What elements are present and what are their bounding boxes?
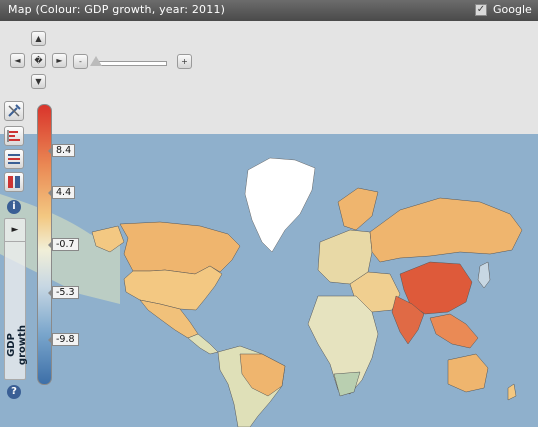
zoom-out-button[interactable]: - — [73, 54, 88, 69]
world-map[interactable] — [0, 134, 538, 427]
title-bar: Map (Colour: GDP growth, year: 2011) ✓ G… — [0, 0, 538, 21]
zoom-slider-thumb[interactable] — [90, 56, 102, 66]
zoom-in-button[interactable]: + — [177, 54, 192, 69]
legend-tick: -9.8 — [48, 333, 79, 346]
controls-area — [0, 21, 538, 134]
horizontal-bars-icon[interactable] — [4, 126, 24, 146]
legend-tick: -0.7 — [48, 238, 79, 251]
legend-side-panel: ► GDP growth — [4, 218, 28, 380]
zoom-slider-track[interactable] — [93, 61, 167, 66]
greenland-shape — [244, 157, 316, 253]
pan-down-button[interactable]: ▼ — [31, 74, 46, 89]
russia-shape[interactable] — [369, 197, 523, 263]
japan-shape[interactable] — [477, 261, 491, 289]
info-icon[interactable]: i — [7, 200, 21, 214]
central-america-shape[interactable] — [187, 333, 219, 355]
scandinavia-shape[interactable] — [337, 187, 379, 231]
legend-tick: -5.3 — [48, 286, 79, 299]
center-button[interactable]: � — [31, 53, 46, 68]
legend-title: GDP growth — [6, 324, 28, 366]
new-zealand-shape[interactable] — [507, 383, 517, 401]
google-checkbox[interactable]: ✓ — [475, 4, 487, 16]
pan-up-button[interactable]: ▲ — [31, 31, 46, 46]
australia-shape[interactable] — [447, 353, 489, 393]
bar-chart-icon[interactable] — [4, 149, 24, 169]
play-button[interactable]: ► — [5, 219, 25, 242]
google-label: Google — [493, 3, 532, 16]
usa-shape[interactable] — [123, 265, 223, 311]
south-africa-shape[interactable] — [333, 371, 361, 397]
southeast-asia-shape[interactable] — [429, 313, 479, 349]
color-legend-icon[interactable] — [4, 172, 24, 192]
map-svg — [0, 157, 523, 427]
pan-left-button[interactable]: ◄ — [10, 53, 25, 68]
map-title: Map (Colour: GDP growth, year: 2011) — [8, 3, 226, 16]
settings-wrench-icon[interactable] — [4, 101, 24, 121]
help-icon[interactable]: ? — [7, 385, 21, 399]
pan-right-button[interactable]: ► — [52, 53, 67, 68]
legend-tick: 8.4 — [47, 144, 76, 157]
canada-shape[interactable] — [119, 221, 241, 275]
legend-tick: 4.4 — [47, 186, 76, 199]
